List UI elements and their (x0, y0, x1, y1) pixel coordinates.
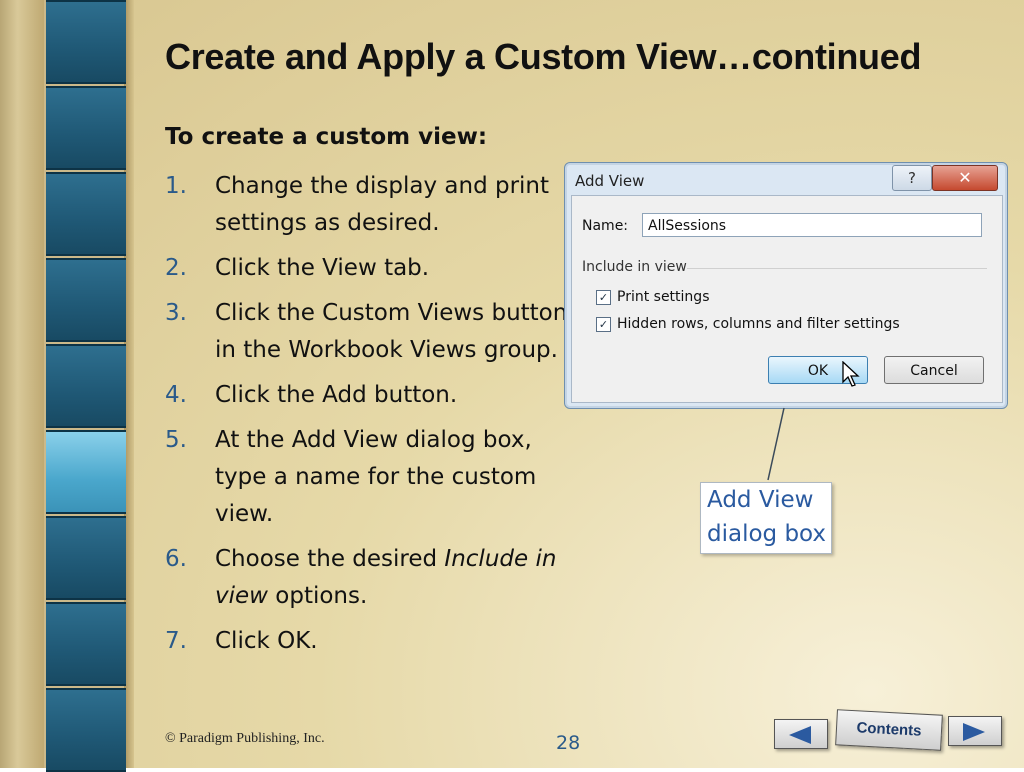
next-slide-button[interactable] (948, 716, 1002, 746)
callout-leader-line (767, 407, 785, 481)
right-arrow-icon (963, 723, 985, 741)
left-arrow-icon (789, 726, 811, 744)
previous-slide-button[interactable] (774, 719, 828, 749)
copyright-footer: © Paradigm Publishing, Inc. (165, 731, 325, 746)
contents-button[interactable]: Contents (835, 709, 943, 751)
callout-box: Add View dialog box (700, 482, 832, 554)
callout-text-line: dialog box (707, 521, 827, 547)
page-number: 28 (556, 732, 581, 754)
callout-text-line: Add View (707, 487, 814, 513)
